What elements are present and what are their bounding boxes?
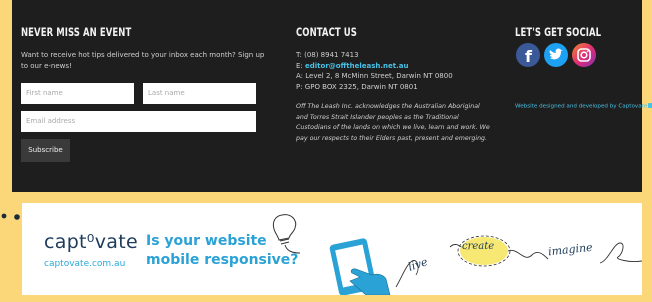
contact-email-row: E: editor@offtheleash.net.au [296,61,409,70]
facebook-icon[interactable]: f [516,43,540,67]
newsletter-title: NEVER MISS AN EVENT [21,25,132,39]
contact-phone: T: (08) 8941 7413 [296,51,359,59]
contact-title: CONTACT US [296,25,357,39]
subscribe-button[interactable]: Subscribe [21,139,70,162]
contact-details: T: (08) 8941 7413 E: editor@offtheleash.… [296,50,496,92]
newsletter-description: Want to receive hot tips delivered to yo… [21,51,265,70]
captovate-logo: capt⁰vate [44,231,138,253]
svg-text:f: f [525,47,533,66]
email-input[interactable]: Email address [21,111,256,132]
instagram-icon[interactable] [572,43,596,67]
twitter-icon[interactable] [544,43,568,67]
acknowledgement-text: Off The Leash Inc. acknowledges the Aust… [296,103,490,142]
contact-po-box: P: GPO BOX 2325, Darwin NT 0801 [296,82,418,91]
ad-banner[interactable]: capt⁰vate captovate.com.au Is your websi… [22,203,642,295]
contact-address: A: Level 2, 8 McMinn Street, Darwin NT 0… [296,72,453,81]
lightbulb-icon [272,214,301,254]
captovate-logo-icon [648,103,652,108]
social-title: LET'S GET SOCIAL [515,25,602,39]
banner-word-create: create [462,241,495,252]
captovate-url: captovate.com.au [44,259,126,269]
contact-email-link[interactable]: editor@offtheleash.net.au [305,62,408,70]
site-footer: NEVER MISS AN EVENT Want to receive hot … [12,0,652,192]
first-name-input[interactable]: First name [21,83,134,104]
site-credit-link[interactable]: Website designed and developed by Captov… [515,103,652,110]
last-name-input[interactable]: Last name [143,83,256,104]
